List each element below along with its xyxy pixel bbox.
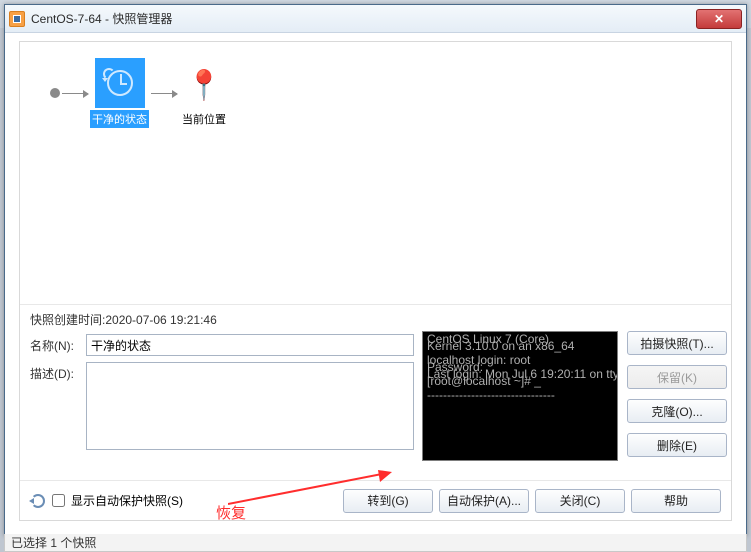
title-bar[interactable]: CentOS-7-64 - 快照管理器 ✕ <box>5 5 746 33</box>
snapshot-timeline-area[interactable]: 干净的状态 📍 当前位置 <box>20 42 731 304</box>
timeline-start-dot <box>50 88 60 98</box>
name-label: 名称(N): <box>30 334 86 354</box>
window-title: CentOS-7-64 - 快照管理器 <box>31 10 172 27</box>
refresh-icon[interactable] <box>30 493 46 509</box>
goto-button[interactable]: 转到(G) <box>343 489 433 513</box>
created-time: 快照创建时间:2020-07-06 19:21:46 <box>30 311 721 328</box>
delete-button[interactable]: 删除(E) <box>627 433 727 457</box>
take-snapshot-button[interactable]: 拍摄快照(T)... <box>627 331 727 355</box>
pin-icon: 📍 <box>187 68 222 101</box>
show-autoprotect-label: 显示自动保护快照(S) <box>71 492 183 509</box>
close-window-button[interactable]: ✕ <box>696 9 742 29</box>
clone-button[interactable]: 克隆(O)... <box>627 399 727 423</box>
current-position-item[interactable]: 📍 当前位置 <box>179 59 229 127</box>
status-bar: 已选择 1 个快照 <box>4 534 747 552</box>
name-input[interactable] <box>86 334 414 356</box>
thumbnail-console-text: CentOS Linux 7 (Core) Kernel 3.10.0 on a… <box>427 336 613 406</box>
close-button[interactable]: 关闭(C) <box>535 489 625 513</box>
autoprotect-button[interactable]: 自动保护(A)... <box>439 489 529 513</box>
timeline: 干净的状态 📍 当前位置 <box>50 58 229 128</box>
snapshot-tile[interactable] <box>95 58 145 108</box>
arrow-icon <box>151 93 177 94</box>
arrow-icon <box>62 93 88 94</box>
help-button[interactable]: 帮助 <box>631 489 721 513</box>
created-label: 快照创建时间: <box>30 313 105 327</box>
app-icon <box>9 11 25 27</box>
show-autoprotect-checkbox[interactable] <box>52 494 65 507</box>
current-label: 当前位置 <box>182 111 226 127</box>
current-tile[interactable]: 📍 <box>179 59 229 109</box>
bottom-bar: 显示自动保护快照(S) 转到(G) 自动保护(A)... 关闭(C) 帮助 <box>20 480 731 520</box>
content-pane: 干净的状态 📍 当前位置 快照创建时间:2020-07-06 19:21:46 … <box>19 41 732 521</box>
desc-textarea[interactable] <box>86 362 414 450</box>
snapshot-manager-window: CentOS-7-64 - 快照管理器 ✕ 干净的状态 📍 <box>4 4 747 536</box>
clock-icon <box>107 70 133 96</box>
snapshot-item[interactable]: 干净的状态 <box>90 58 149 128</box>
desc-label: 描述(D): <box>30 362 86 382</box>
status-text: 已选择 1 个快照 <box>11 534 96 551</box>
created-value: 2020-07-06 19:21:46 <box>105 313 216 327</box>
keep-button: 保留(K) <box>627 365 727 389</box>
details-panel: 快照创建时间:2020-07-06 19:21:46 名称(N): 描述(D):… <box>20 304 731 478</box>
snapshot-thumbnail: CentOS Linux 7 (Core) Kernel 3.10.0 on a… <box>422 331 618 461</box>
side-buttons: 拍摄快照(T)... 保留(K) 克隆(O)... 删除(E) <box>627 331 727 457</box>
snapshot-label: 干净的状态 <box>90 110 149 128</box>
